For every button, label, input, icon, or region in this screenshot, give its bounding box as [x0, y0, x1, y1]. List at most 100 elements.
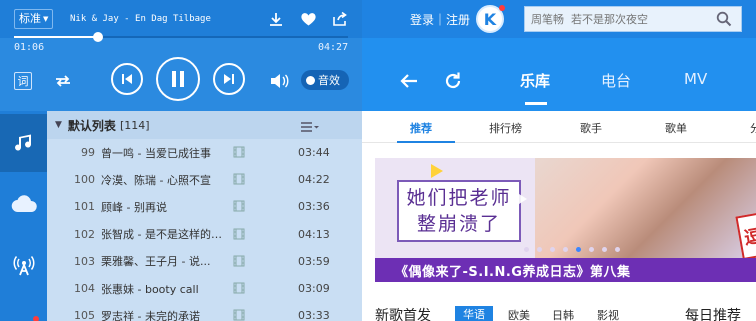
- mv-film-icon[interactable]: [233, 200, 245, 215]
- notification-dot: [499, 5, 505, 11]
- sidebar-item-radio[interactable]: [0, 237, 47, 295]
- search-box[interactable]: [524, 6, 742, 32]
- list-item[interactable]: 103 栗雅馨、王子月 - 说... 03:59: [47, 248, 362, 275]
- list-item[interactable]: 100 冷漠、陈瑞 - 心照不宣 04:22: [47, 166, 362, 193]
- skip-forward-icon: [224, 74, 234, 84]
- subtab-playlists[interactable]: 歌单: [665, 120, 687, 136]
- mv-film-icon[interactable]: [233, 146, 245, 161]
- track-title: 罗志祥 - 未完的承诺: [101, 309, 200, 321]
- mv-film-icon[interactable]: [233, 255, 245, 270]
- progress-knob[interactable]: [92, 32, 103, 42]
- heart-icon[interactable]: [298, 9, 318, 29]
- music-note-icon: [14, 134, 31, 151]
- new-songs-tab-film[interactable]: 影视: [597, 307, 619, 321]
- collapse-arrow-icon[interactable]: ▼: [55, 120, 62, 130]
- track-number: 105: [74, 309, 95, 321]
- track-number: 102: [74, 227, 95, 241]
- pause-icon: [172, 71, 184, 87]
- quality-dropdown[interactable]: 标准 ▼: [14, 9, 54, 29]
- download-icon[interactable]: [266, 9, 286, 29]
- banner-white-triangle: [519, 194, 527, 204]
- playlist-count: [114]: [119, 118, 150, 132]
- banner-photo: [535, 158, 756, 258]
- list-item[interactable]: 102 张智成 - 是不是这样的夜... 04:13: [47, 221, 362, 248]
- pagination-dot[interactable]: [524, 247, 529, 252]
- tab-music-library[interactable]: 乐库: [520, 70, 550, 91]
- loop-mode-icon[interactable]: [52, 70, 74, 92]
- new-songs-title: 新歌首发: [375, 308, 431, 321]
- player-panel: 标准 ▼ Nik & Jay - En Dag Tilbage 01:06 04…: [0, 0, 362, 111]
- track-title: 栗雅馨、王子月 - 说...: [101, 255, 211, 269]
- subtab-underline: [397, 141, 455, 143]
- track-duration: 03:44: [298, 146, 330, 160]
- subtab-charts[interactable]: 排行榜: [489, 120, 522, 136]
- tab-radio[interactable]: 电台: [601, 70, 631, 91]
- lyric-label: 词: [17, 75, 29, 88]
- list-menu-icon[interactable]: [301, 118, 319, 137]
- banner-pagination: [524, 247, 620, 252]
- banner-text-card: 她们把老师 整崩溃了: [397, 180, 521, 242]
- mv-film-icon[interactable]: [233, 282, 245, 297]
- new-songs-tab-jpkr[interactable]: 日韩: [552, 307, 574, 321]
- player-action-icons: [266, 9, 350, 29]
- active-tab-underline: [525, 102, 547, 105]
- track-duration: 03:33: [298, 309, 330, 321]
- pagination-dot[interactable]: [537, 247, 542, 252]
- search-icon[interactable]: [711, 6, 737, 32]
- search-input[interactable]: [525, 12, 711, 26]
- track-duration: 04:13: [298, 227, 330, 241]
- playlist-name: 默认列表: [67, 118, 116, 133]
- new-songs-tab-chinese[interactable]: 华语: [455, 306, 493, 321]
- previous-button[interactable]: [111, 63, 143, 95]
- promo-banner[interactable]: 她们把老师 整崩溃了 逗 《偶像来了-S.I.N.G养成日志》第八集: [375, 158, 756, 282]
- next-button[interactable]: [213, 63, 245, 95]
- track-title: 曾一鸣 - 当爱已成往事: [101, 146, 211, 160]
- lyric-button[interactable]: 词: [14, 72, 32, 90]
- list-item[interactable]: 105 罗志祥 - 未完的承诺 03:33: [47, 302, 362, 321]
- playlist-scrollbar[interactable]: [353, 139, 362, 321]
- track-title: 张智成 - 是不是这样的夜...: [101, 228, 231, 242]
- kugou-logo[interactable]: K: [476, 5, 505, 33]
- sound-effect-toggle[interactable]: 音效: [301, 70, 349, 90]
- new-songs-tab-western[interactable]: 欧美: [508, 307, 530, 321]
- current-time: 01:06: [14, 42, 45, 53]
- total-time: 04:27: [318, 42, 349, 53]
- list-item[interactable]: 99 曾一鸣 - 当爱已成往事 03:44: [47, 139, 362, 166]
- tab-mv[interactable]: MV: [684, 70, 707, 88]
- share-icon[interactable]: [330, 9, 350, 29]
- list-item[interactable]: 104 张惠妹 - booty call 03:09: [47, 275, 362, 302]
- progress-bar[interactable]: [14, 32, 348, 42]
- banner-card-line2: 整崩溃了: [416, 213, 501, 235]
- progress-fill: [14, 36, 98, 38]
- refresh-icon[interactable]: [440, 68, 466, 94]
- back-arrow-icon[interactable]: [396, 68, 422, 94]
- track-duration: 03:09: [298, 282, 330, 296]
- mv-film-icon[interactable]: [233, 309, 245, 321]
- mv-film-icon[interactable]: [233, 228, 245, 243]
- subtab-more[interactable]: 分: [750, 120, 756, 136]
- sidebar-item-music[interactable]: [0, 114, 47, 172]
- playlist-header[interactable]: ▼ 默认列表 [114]: [47, 111, 362, 139]
- track-number: 100: [74, 173, 95, 187]
- sidebar-item-cloud[interactable]: [0, 175, 47, 233]
- now-playing-title: Nik & Jay - En Dag Tilbage: [70, 14, 211, 24]
- banner-caption: 《偶像来了-S.I.N.G养成日志》第八集: [395, 265, 631, 280]
- banner-card-line1: 她们把老师: [406, 187, 512, 209]
- quality-label: 标准: [19, 12, 41, 25]
- pagination-dot[interactable]: [589, 247, 594, 252]
- pause-button[interactable]: [156, 57, 200, 101]
- pagination-dot[interactable]: [550, 247, 555, 252]
- pagination-dot[interactable]: [602, 247, 607, 252]
- track-number: 99: [81, 146, 95, 160]
- subtab-recommend[interactable]: 推荐: [410, 120, 432, 136]
- skip-back-icon: [122, 74, 132, 84]
- list-item[interactable]: 101 顾峰 - 别再说 03:36: [47, 193, 362, 220]
- volume-icon[interactable]: [268, 71, 290, 91]
- pagination-dot[interactable]: [615, 247, 620, 252]
- track-number: 103: [74, 254, 95, 268]
- mv-film-icon[interactable]: [233, 173, 245, 188]
- subtab-singers[interactable]: 歌手: [580, 120, 602, 136]
- login-register-link[interactable]: 登录｜注册: [410, 11, 470, 28]
- pagination-dot[interactable]: [576, 247, 581, 252]
- pagination-dot[interactable]: [563, 247, 568, 252]
